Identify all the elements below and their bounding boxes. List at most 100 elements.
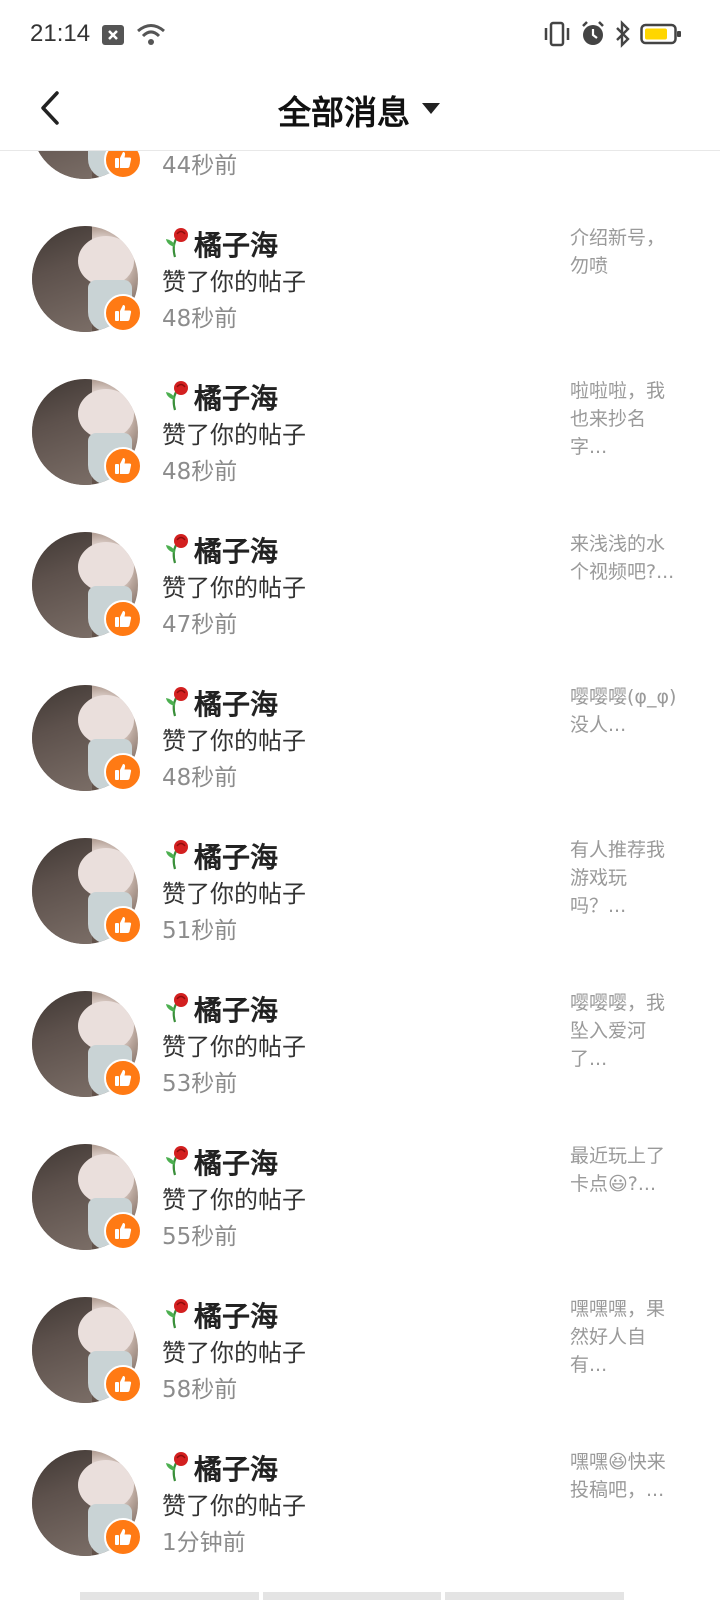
action-text: 赞了你的帖子 <box>162 880 306 908</box>
post-preview[interactable]: 有人推荐我游戏玩吗？... <box>570 836 680 920</box>
page-title: 全部消息 <box>278 93 410 132</box>
name-line: 橘子海 <box>162 530 278 570</box>
user-name[interactable]: 橘子海 <box>194 1295 278 1335</box>
avatar-hair <box>32 379 92 485</box>
avatar-hair <box>32 151 92 179</box>
avatar-hair <box>32 685 92 791</box>
rose-icon <box>162 837 192 875</box>
avatar-face <box>78 1154 134 1204</box>
bluetooth-icon <box>614 20 632 52</box>
post-preview[interactable]: 嘿嘿嘿，果然好人自有... <box>570 1295 680 1379</box>
user-name[interactable]: 橘子海 <box>194 989 278 1029</box>
user-name[interactable]: 橘子海 <box>194 1448 278 1488</box>
timestamp: 47秒前 <box>162 612 238 638</box>
avatar-face <box>78 542 134 592</box>
status-time: 21:14 <box>30 20 91 47</box>
timestamp: 58秒前 <box>162 1377 238 1403</box>
like-badge <box>104 600 142 638</box>
avatar-hair <box>32 1144 92 1250</box>
timestamp: 53秒前 <box>162 1071 238 1097</box>
timestamp: 44秒前 <box>162 153 238 179</box>
timestamp: 55秒前 <box>162 1224 238 1250</box>
avatar-face <box>78 1460 134 1510</box>
thumbs-up-icon <box>115 1529 132 1545</box>
battery-icon <box>640 22 682 50</box>
user-name[interactable]: 橘子海 <box>194 530 278 570</box>
message-row[interactable]: 橘子海 赞了你的帖子 47秒前 来浅浅的水个视频吧?... <box>0 530 720 683</box>
post-preview[interactable]: 嘿嘿😆快来投稿吧，... <box>570 1448 680 1504</box>
close-box-icon <box>100 22 126 52</box>
post-preview[interactable]: 介绍新号，勿喷 <box>570 224 680 280</box>
status-bar: 21:14 <box>0 0 720 70</box>
alarm-icon <box>580 20 606 52</box>
thumbs-up-icon <box>115 458 132 474</box>
user-name[interactable]: 橘子海 <box>194 683 278 723</box>
user-name[interactable]: 橘子海 <box>194 224 278 264</box>
like-badge <box>104 1518 142 1556</box>
avatar-face <box>78 1307 134 1357</box>
post-preview[interactable]: 来浅浅的水个视频吧?... <box>570 530 680 586</box>
user-name[interactable]: 橘子海 <box>194 1142 278 1182</box>
name-line: 橘子海 <box>162 224 278 264</box>
indicator-segment <box>80 1592 259 1600</box>
message-row[interactable]: 橘子海 赞了你的帖子 55秒前 最近玩上了卡点😃?... <box>0 1142 720 1295</box>
timestamp: 48秒前 <box>162 459 238 485</box>
post-preview[interactable]: 最近玩上了卡点😃?... <box>570 1142 680 1198</box>
action-text: 赞了你的帖子 <box>162 1339 306 1367</box>
header-bar: 全部消息 <box>0 70 720 151</box>
avatar-face <box>78 848 134 898</box>
timestamp: 1分钟前 <box>162 1530 246 1556</box>
thumbs-up-icon <box>115 305 132 321</box>
post-preview[interactable]: 嘤嘤嘤(φ_φ)没人... <box>570 683 680 739</box>
like-badge <box>104 753 142 791</box>
message-row[interactable]: 橘子海 赞了你的帖子 48秒前 啦啦啦，我也来抄名字... <box>0 377 720 530</box>
name-line: 橘子海 <box>162 989 278 1029</box>
action-text: 赞了你的帖子 <box>162 421 306 449</box>
status-right-icons <box>542 20 682 52</box>
avatar-hair <box>32 838 92 944</box>
name-line: 橘子海 <box>162 377 278 417</box>
rose-icon <box>162 1143 192 1181</box>
avatar-hair <box>32 226 92 332</box>
like-badge <box>104 1212 142 1250</box>
rose-icon <box>162 1449 192 1487</box>
message-row[interactable]: 橘子海 赞了你的帖子 58秒前 嘿嘿嘿，果然好人自有... <box>0 1295 720 1448</box>
thumbs-up-icon <box>115 917 132 933</box>
message-row[interactable]: 橘子海 赞了你的帖子 48秒前 嘤嘤嘤(φ_φ)没人... <box>0 683 720 836</box>
rose-icon <box>162 531 192 569</box>
message-row[interactable]: 橘子海 赞了你的帖子 1分钟前 嘿嘿😆快来投稿吧，... <box>0 1448 720 1600</box>
rose-icon <box>162 684 192 722</box>
action-text: 赞了你的帖子 <box>162 727 306 755</box>
like-badge <box>104 906 142 944</box>
thumbs-up-icon <box>115 764 132 780</box>
action-text: 赞了你的帖子 <box>162 1186 306 1214</box>
screen: 21:14 全部消息 44秒前 橘子海 赞了你的帖子 48秒前 介绍新号，勿喷 … <box>0 0 720 1600</box>
action-text: 赞了你的帖子 <box>162 1492 306 1520</box>
message-filter-dropdown[interactable]: 全部消息 <box>0 70 720 150</box>
message-row[interactable]: 44秒前 <box>0 151 720 224</box>
thumbs-up-icon <box>115 1223 132 1239</box>
user-name[interactable]: 橘子海 <box>194 836 278 876</box>
message-row[interactable]: 橘子海 赞了你的帖子 51秒前 有人推荐我游戏玩吗？... <box>0 836 720 989</box>
avatar-hair <box>32 1450 92 1556</box>
message-list[interactable]: 44秒前 橘子海 赞了你的帖子 48秒前 介绍新号，勿喷 橘子海 赞了你的帖子 … <box>0 151 720 1600</box>
bottom-scroll-indicator <box>80 1592 625 1600</box>
avatar-hair <box>32 1297 92 1403</box>
user-name[interactable]: 橘子海 <box>194 377 278 417</box>
like-badge <box>104 447 142 485</box>
post-preview[interactable]: 啦啦啦，我也来抄名字... <box>570 377 680 461</box>
like-badge <box>104 1059 142 1097</box>
thumbs-up-icon <box>115 152 132 168</box>
timestamp: 51秒前 <box>162 918 238 944</box>
avatar-hair <box>32 991 92 1097</box>
name-line: 橘子海 <box>162 836 278 876</box>
thumbs-up-icon <box>115 611 132 627</box>
triangle-down-icon <box>420 100 442 120</box>
message-row[interactable]: 橘子海 赞了你的帖子 48秒前 介绍新号，勿喷 <box>0 224 720 377</box>
post-preview[interactable]: 嘤嘤嘤，我坠入爱河了... <box>570 989 680 1073</box>
rose-icon <box>162 1296 192 1334</box>
indicator-segment <box>262 1592 442 1600</box>
wifi-icon <box>136 22 166 52</box>
name-line: 橘子海 <box>162 683 278 723</box>
message-row[interactable]: 橘子海 赞了你的帖子 53秒前 嘤嘤嘤，我坠入爱河了... <box>0 989 720 1142</box>
